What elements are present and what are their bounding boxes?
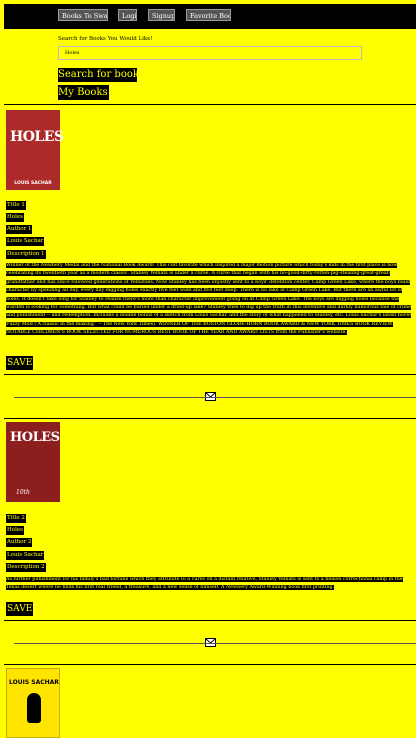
book-description-label: Description 1 [6, 250, 46, 259]
book-title-value: Holes [6, 213, 24, 222]
book-description-label: Description 2 [6, 563, 46, 572]
book-title-label: Title 1 [6, 201, 26, 210]
divider [4, 418, 416, 419]
book-author-label: Author 2 [6, 538, 33, 547]
book-cover-image: HOLES LOUIS SACHAR [6, 110, 64, 190]
divider [4, 620, 416, 621]
nav-link-favorite-books[interactable]: Favorite Books [186, 9, 231, 21]
nav-link-signup[interactable]: Signup [148, 9, 175, 21]
save-button[interactable]: SAVE [6, 602, 34, 616]
book-entry: HOLES LOUIS SACHAR Title 1 Holes Author … [6, 108, 416, 383]
divider [14, 643, 416, 644]
search-heading[interactable]: Search for book [58, 68, 139, 82]
book-description: As further punishment for his family's b… [6, 577, 403, 591]
my-books-heading: My Books [58, 85, 109, 100]
nav-link-books-to-swap[interactable]: Books To Swap [58, 9, 108, 21]
book-cover-image: HOLES 10th [6, 422, 60, 502]
save-button[interactable]: SAVE [6, 356, 34, 370]
book-title-value: Holes [6, 526, 24, 535]
search-label: Search for Books You Would Like! [58, 36, 153, 42]
divider [4, 104, 416, 105]
divider [4, 374, 416, 375]
nav-link-login[interactable]: Login [118, 9, 137, 21]
divider [14, 397, 416, 398]
book-description: Winner of the Newbery Medal and the Nati… [6, 263, 411, 336]
book-title-label: Title 2 [6, 514, 26, 523]
book-author-value: Louis Sachar [6, 551, 45, 560]
book-author-value: Louis Sachar [6, 237, 45, 246]
book-entry: HOLES 10th Title 2 Holes Author 2 Louis … [6, 420, 416, 620]
divider [4, 664, 416, 665]
book-author-label: Author 1 [6, 225, 33, 234]
search-input[interactable] [58, 46, 362, 60]
book-entry: LOUIS SACHAR [6, 666, 416, 738]
book-cover-image: LOUIS SACHAR [6, 668, 60, 738]
